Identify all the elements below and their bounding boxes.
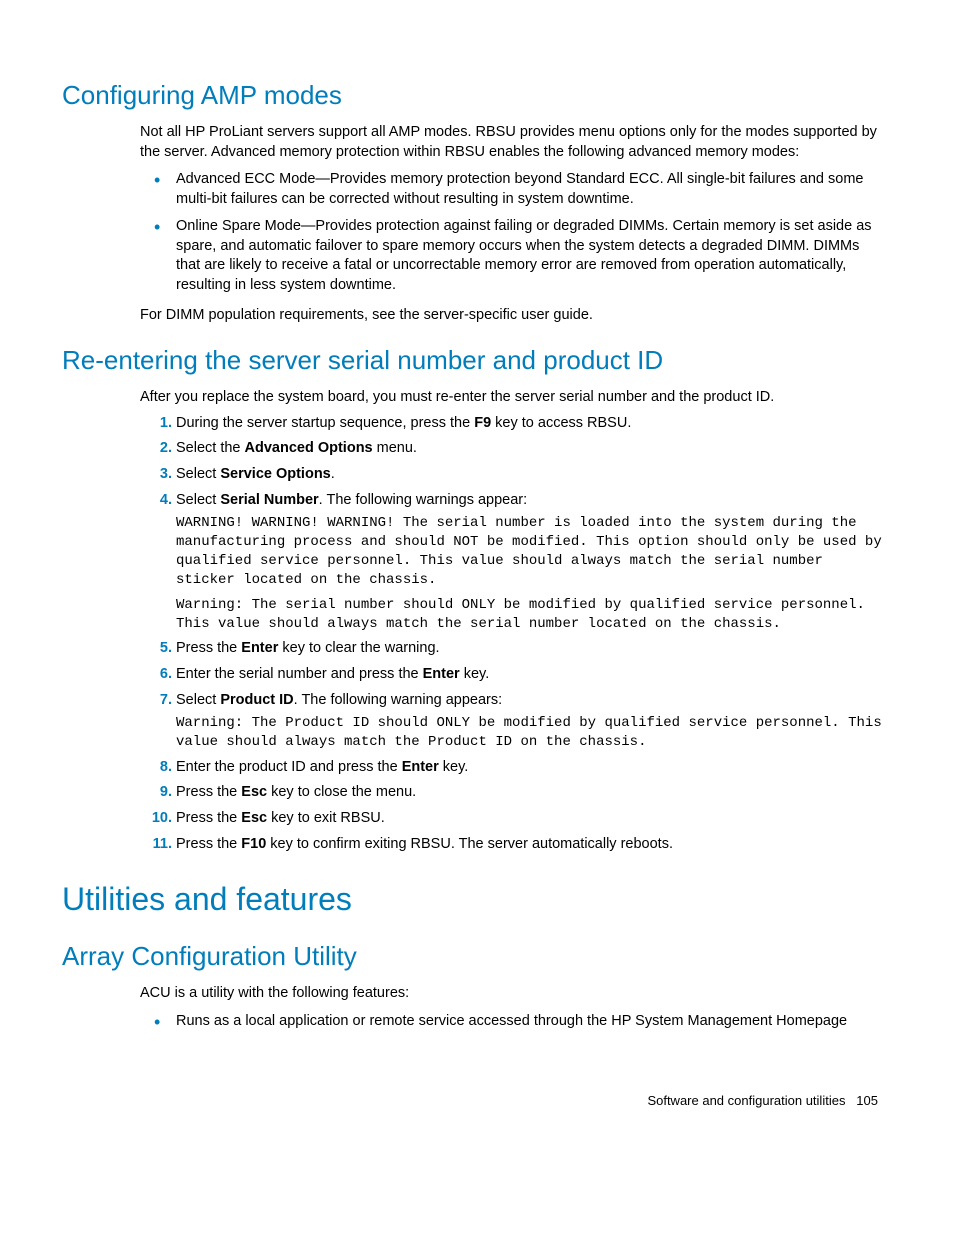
step-item: Enter the product ID and press the Enter…: [140, 758, 882, 778]
heading-array-config: Array Configuration Utility: [62, 939, 882, 974]
page-footer: Software and configuration utilities 105: [62, 1092, 882, 1110]
step-item: Select the Advanced Options menu.: [140, 439, 882, 459]
list-item: Advanced ECC Mode—Provides memory protec…: [140, 170, 882, 209]
list-item: Runs as a local application or remote se…: [140, 1012, 882, 1032]
code-block: Warning: The Product ID should ONLY be m…: [176, 714, 882, 752]
step-item: Press the Enter key to clear the warning…: [140, 639, 882, 659]
code-block: WARNING! WARNING! WARNING! The serial nu…: [176, 514, 882, 590]
paragraph: ACU is a utility with the following feat…: [140, 984, 882, 1004]
step-item: Select Product ID. The following warning…: [140, 691, 882, 752]
heading-utilities-features: Utilities and features: [62, 878, 882, 921]
step-item: Press the Esc key to exit RBSU.: [140, 809, 882, 829]
code-block: Warning: The serial number should ONLY b…: [176, 596, 882, 634]
paragraph: After you replace the system board, you …: [140, 388, 882, 408]
step-item: Select Service Options.: [140, 465, 882, 485]
page-number: 105: [856, 1093, 878, 1108]
list-item: Online Spare Mode—Provides protection ag…: [140, 217, 882, 295]
heading-reentering-serial: Re-entering the server serial number and…: [62, 343, 882, 378]
paragraph: For DIMM population requirements, see th…: [140, 306, 882, 326]
footer-text: Software and configuration utilities: [647, 1093, 845, 1108]
step-item: During the server startup sequence, pres…: [140, 414, 882, 434]
step-item: Select Serial Number. The following warn…: [140, 491, 882, 634]
heading-configuring-amp: Configuring AMP modes: [62, 78, 882, 113]
step-item: Enter the serial number and press the En…: [140, 665, 882, 685]
step-item: Press the Esc key to close the menu.: [140, 783, 882, 803]
paragraph: Not all HP ProLiant servers support all …: [140, 123, 882, 162]
step-item: Press the F10 key to confirm exiting RBS…: [140, 835, 882, 855]
